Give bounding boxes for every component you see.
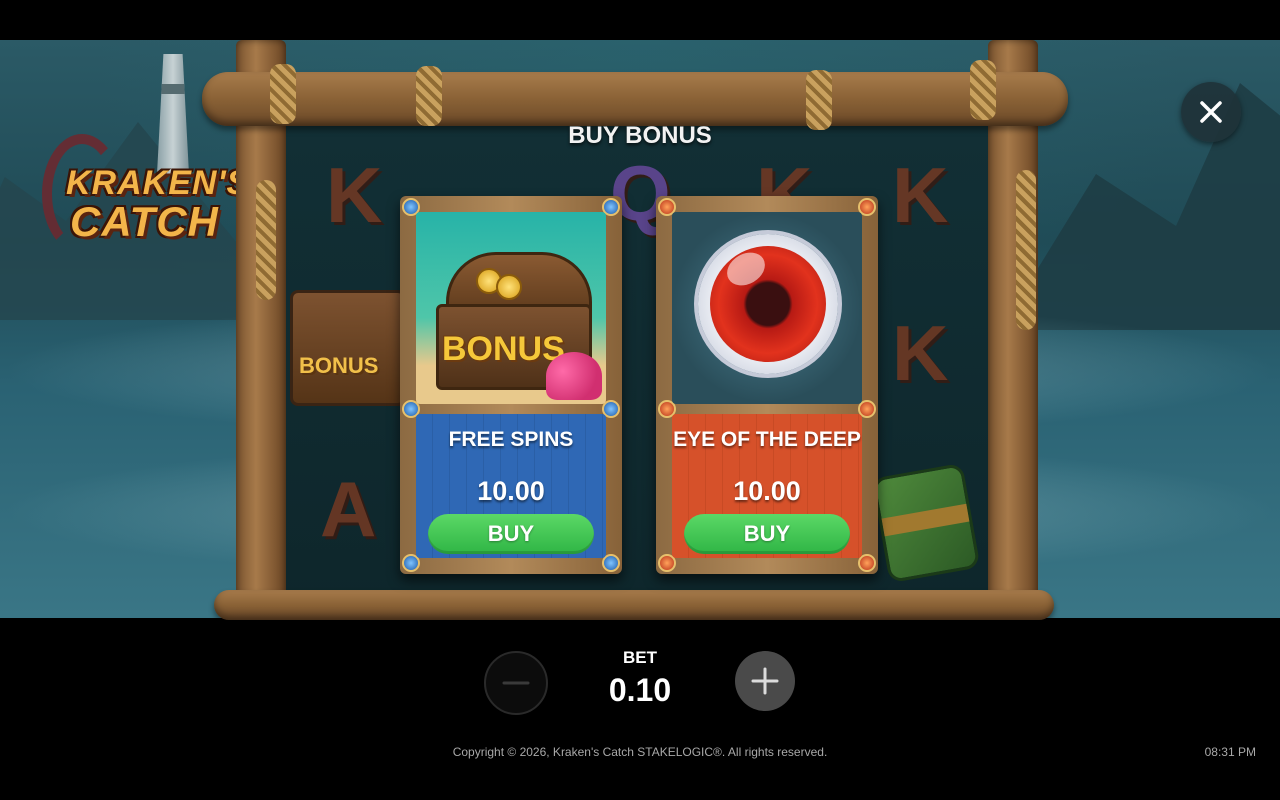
reel-symbol: K: [892, 151, 949, 239]
rope-icon: [1016, 170, 1036, 330]
bonus-name: FREE SPINS: [448, 428, 574, 451]
rope-icon: [270, 64, 296, 124]
decrease-bet-button[interactable]: [484, 651, 548, 715]
rope-icon: [416, 66, 442, 126]
reel-symbol: A: [320, 465, 377, 553]
bet-value: 0.10: [608, 672, 672, 708]
chest-bonus-label: BONUS: [442, 330, 565, 368]
reel-symbol: K: [892, 309, 949, 397]
rope-icon: [970, 60, 996, 120]
flask-symbol: [871, 462, 981, 584]
close-button[interactable]: [1181, 82, 1241, 142]
bet-label: BET: [623, 648, 657, 667]
buy-free-spins-button[interactable]: BUY: [428, 514, 594, 554]
bonus-price: 10.00: [733, 476, 801, 506]
free-spins-panel: FREE SPINS 10.00 BUY: [416, 414, 606, 558]
minus-icon: [502, 681, 530, 685]
logo-line-2: CATCH: [70, 198, 219, 245]
coral-icon: [546, 352, 602, 400]
frame-beam-top: [202, 72, 1068, 126]
bonus-chest-label: BONUS: [299, 353, 379, 378]
iris: [710, 246, 826, 362]
buy-eye-of-the-deep-button[interactable]: BUY: [684, 514, 850, 554]
eye-of-the-deep-panel: EYE OF THE DEEP 10.00 BUY: [672, 414, 862, 558]
bonus-price: 10.00: [477, 476, 545, 506]
clock: 08:31 PM: [1204, 745, 1256, 759]
increase-bet-button[interactable]: [735, 651, 795, 711]
plus-icon: [751, 667, 779, 695]
rope-icon: [806, 70, 832, 130]
buy-bonus-title: BUY BONUS: [568, 122, 712, 149]
bonus-chest-symbol: BONUS: [290, 290, 406, 406]
reel-symbol: K: [326, 151, 383, 239]
close-icon: [1200, 101, 1222, 123]
rope-icon: [256, 180, 276, 300]
treasure-chest-image: BONUS: [416, 212, 606, 404]
eyeball-image: [672, 212, 862, 404]
coin-icon: [496, 274, 522, 300]
copyright-text: Copyright © 2026, Kraken's Catch STAKELO…: [452, 745, 828, 759]
bonus-name: EYE OF THE DEEP: [673, 428, 861, 451]
bonus-card-eye-of-the-deep: EYE OF THE DEEP 10.00 BUY: [656, 196, 878, 574]
eyeball-icon: [698, 234, 838, 374]
frame-beam-bottom: [214, 590, 1054, 620]
bonus-card-free-spins: BONUS FREE SPINS 10.00 BUY: [400, 196, 622, 574]
